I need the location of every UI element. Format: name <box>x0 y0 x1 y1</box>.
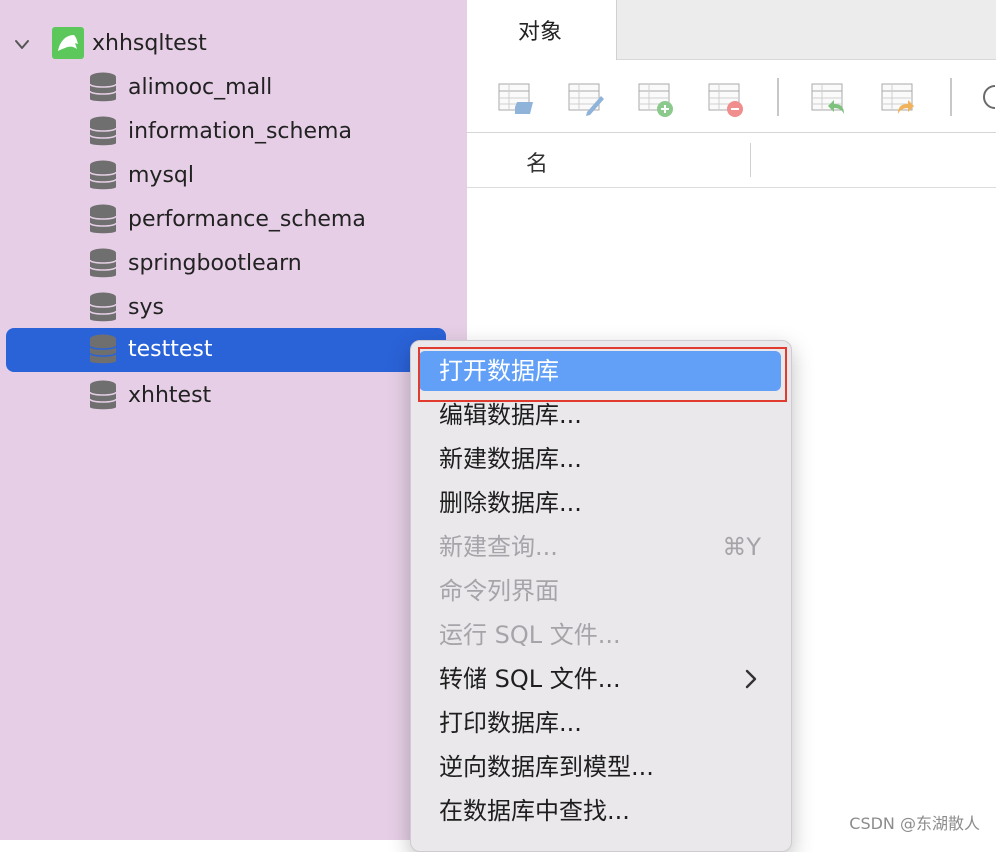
menu-item-new-database[interactable]: 新建数据库... <box>419 439 781 479</box>
database-label: springbootlearn <box>128 251 302 276</box>
menu-item-edit-database[interactable]: 编辑数据库... <box>419 395 781 435</box>
menu-item-new-query: 新建查询... ⌘Y <box>419 527 781 567</box>
export-wizard-icon[interactable] <box>880 80 918 118</box>
database-icon <box>89 160 117 190</box>
menu-item-console: 命令列界面 <box>419 571 781 611</box>
menu-item-shortcut: ⌘Y <box>722 533 761 561</box>
database-item[interactable]: alimooc_mall <box>6 66 446 110</box>
menu-item-label: 运行 SQL 文件... <box>439 621 621 649</box>
menu-item-find-in-database[interactable]: 在数据库中查找... <box>419 791 781 831</box>
menu-item-label: 打开数据库 <box>439 357 559 385</box>
database-icon <box>89 380 117 410</box>
menu-item-delete-database[interactable]: 删除数据库... <box>419 483 781 523</box>
design-table-icon[interactable] <box>567 80 605 118</box>
menu-item-print-database[interactable]: 打印数据库... <box>419 703 781 743</box>
database-label: performance_schema <box>128 207 366 232</box>
menu-item-label: 命令列界面 <box>439 577 559 605</box>
database-item[interactable]: performance_schema <box>6 198 446 242</box>
column-name-header[interactable]: 名 <box>526 146 548 178</box>
toolbar <box>467 60 996 133</box>
menu-item-label: 打印数据库... <box>439 709 582 737</box>
database-icon <box>89 72 117 102</box>
menu-item-label: 编辑数据库... <box>439 401 582 429</box>
watermark: CSDN @东湖散人 <box>849 814 980 833</box>
menu-item-run-sql-file: 运行 SQL 文件... <box>419 615 781 655</box>
menu-item-label: 删除数据库... <box>439 489 582 517</box>
column-header: 名 <box>467 133 996 188</box>
sidebar: xhhsqltest alimooc_mall information_sche… <box>0 0 467 840</box>
database-label: alimooc_mall <box>128 75 273 100</box>
database-label: mysql <box>128 163 194 188</box>
chevron-right-icon <box>745 669 757 689</box>
database-item[interactable]: xhhtest <box>6 374 446 418</box>
mysql-dolphin-icon <box>52 27 84 59</box>
connection-label: xhhsqltest <box>92 31 207 56</box>
connection-row[interactable]: xhhsqltest <box>0 22 467 66</box>
database-icon <box>89 116 117 146</box>
tab-objects[interactable]: 对象 <box>467 0 617 60</box>
refresh-icon[interactable] <box>981 80 996 118</box>
import-wizard-icon[interactable] <box>810 80 848 118</box>
menu-item-open-database[interactable]: 打开数据库 <box>419 351 781 391</box>
toolbar-separator <box>777 78 779 116</box>
database-item[interactable]: sys <box>6 286 446 330</box>
context-menu: 打开数据库 编辑数据库... 新建数据库... 删除数据库... 新建查询...… <box>410 340 792 852</box>
toolbar-separator <box>950 78 952 116</box>
new-table-icon[interactable] <box>637 80 675 118</box>
database-label: testtest <box>128 337 213 362</box>
menu-item-label: 新建数据库... <box>439 445 582 473</box>
tab-bar: 对象 <box>467 0 996 60</box>
menu-item-label: 新建查询... <box>439 533 558 561</box>
menu-item-dump-sql-file[interactable]: 转储 SQL 文件... <box>419 659 781 699</box>
database-item-selected[interactable]: testtest <box>6 328 446 372</box>
menu-item-label: 逆向数据库到模型... <box>439 753 654 781</box>
database-label: xhhtest <box>128 383 212 408</box>
menu-item-reverse-to-model[interactable]: 逆向数据库到模型... <box>419 747 781 787</box>
menu-item-label: 转储 SQL 文件... <box>439 665 621 693</box>
database-item[interactable]: information_schema <box>6 110 446 154</box>
chevron-down-icon[interactable] <box>12 35 32 55</box>
database-label: sys <box>128 295 164 320</box>
database-icon <box>89 204 117 234</box>
menu-item-label: 在数据库中查找... <box>439 797 630 825</box>
database-item[interactable]: springbootlearn <box>6 242 446 286</box>
database-item[interactable]: mysql <box>6 154 446 198</box>
database-label: information_schema <box>128 119 352 144</box>
tab-label: 对象 <box>518 20 563 45</box>
database-icon <box>89 334 117 364</box>
open-table-icon[interactable] <box>497 80 535 118</box>
column-divider[interactable] <box>750 143 751 177</box>
database-icon <box>89 292 117 322</box>
delete-table-icon[interactable] <box>707 80 745 118</box>
database-icon <box>89 248 117 278</box>
